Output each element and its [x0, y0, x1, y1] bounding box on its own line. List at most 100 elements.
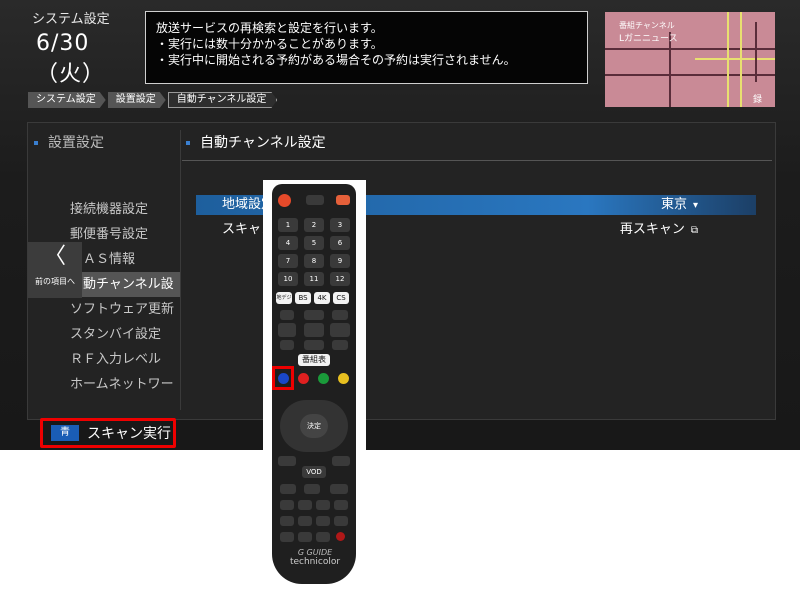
breadcrumb-item[interactable]: システム設定 — [28, 92, 106, 108]
num-key: 5 — [304, 236, 324, 250]
sidebar-item-auto-channel[interactable]: 自動チャンネル設 — [66, 272, 180, 297]
dropdown-icon: ▾ — [692, 200, 698, 211]
record-icon — [336, 532, 345, 541]
vol-up-icon — [332, 310, 348, 320]
input-key — [306, 195, 324, 205]
num-key: 6 — [330, 236, 350, 250]
bullet-icon — [186, 141, 190, 145]
row-value: 再スキャン ⧉ — [620, 220, 698, 241]
num-key: 7 — [278, 254, 298, 268]
row-value-text: 再スキャン — [619, 222, 685, 237]
menu-key — [278, 456, 296, 466]
num-key: 4 — [278, 236, 298, 250]
sidebar-item-rf-level[interactable]: ＲＦ入力レベル — [70, 347, 180, 372]
brand-name: technicolor — [289, 557, 341, 567]
back-button[interactable]: 〈 前の項目へ — [28, 242, 82, 298]
num-key: 12 — [330, 272, 350, 286]
return-key — [332, 456, 350, 466]
tv-key — [336, 195, 350, 205]
preview-title: Lガニニュース — [619, 34, 678, 44]
audio-key — [280, 532, 294, 542]
info-key — [304, 323, 324, 337]
back-label: 前の項目へ — [35, 277, 75, 286]
stop-icon — [316, 516, 330, 526]
4k-key: 4K — [314, 292, 330, 304]
chevron-left-icon: 〈 — [43, 244, 66, 269]
title-divider — [182, 160, 772, 161]
pause-icon — [298, 516, 312, 526]
num-key: 8 — [304, 254, 324, 268]
row-value: 東京 ▾ — [661, 195, 698, 216]
sidebar-item-connected-devices[interactable]: 接続機器設定 — [70, 197, 180, 222]
sidebar-title-text: 設置設定 — [48, 135, 104, 151]
sidebar-title: 設置設定 — [34, 132, 104, 152]
yellow-key — [338, 373, 349, 384]
fast-forward-icon — [316, 500, 330, 510]
breadcrumb: システム設定 設置設定 自動チャンネル設定 — [28, 92, 279, 108]
power-icon — [278, 194, 291, 207]
breadcrumb-item-current: 自動チャンネル設定 — [168, 92, 278, 108]
panel-divider — [180, 130, 181, 410]
sidebar-item-software-update[interactable]: ソフトウェア更新 — [70, 297, 180, 322]
green-key — [318, 373, 329, 384]
bs-key: BS — [295, 292, 311, 304]
num-key: 2 — [304, 218, 324, 232]
direct-key — [304, 310, 324, 320]
cs-key: CS — [333, 292, 349, 304]
num-key: 9 — [330, 254, 350, 268]
rewind-icon — [280, 500, 294, 510]
breadcrumb-item[interactable]: 設置設定 — [108, 92, 166, 108]
ch-up-icon — [280, 310, 294, 320]
blue-key-highlight — [272, 366, 294, 390]
subtitle-key — [298, 532, 312, 542]
message-box: 放送サービスの再検索と設定を行います。 ・実行には数十分かかることがあります。 … — [145, 11, 588, 84]
volume-key — [330, 323, 350, 337]
message-line: 放送サービスの再検索と設定を行います。 — [156, 21, 383, 35]
g-guide-logo: G GUIDE — [297, 548, 333, 557]
media-key — [280, 484, 296, 494]
mute-key — [304, 340, 324, 350]
sidebar-item-postal-code[interactable]: 郵便番号設定 — [70, 222, 180, 247]
message-line: ・実行中に開始される予約がある場合その予約は実行されません。 — [156, 53, 516, 67]
preview-channel: 番組チャンネル — [619, 21, 675, 30]
num-key: 11 — [304, 272, 324, 286]
scan-execute-hint[interactable]: 青 スキャン実行 — [40, 418, 176, 448]
terrestrial-key: 地デジ — [276, 292, 292, 304]
media-key — [330, 484, 348, 494]
epg-key: 番組表 — [298, 354, 330, 366]
main-title: 自動チャンネル設定 — [186, 132, 326, 152]
sidebar-menu: 接続機器設定 郵便番号設定 ＣＡＳ情報 自動チャンネル設 ソフトウェア更新 スタ… — [66, 197, 180, 397]
sidebar-item-standby[interactable]: スタンバイ設定 — [70, 322, 180, 347]
section-label: システム設定 — [32, 12, 110, 27]
ok-key: 決定 — [300, 414, 328, 438]
program-preview: 番組チャンネル Lガニニュース 録 — [605, 12, 775, 107]
flip-key — [316, 532, 330, 542]
main-title-text: 自動チャンネル設定 — [200, 135, 326, 151]
message-line: ・実行には数十分かかることがあります。 — [156, 37, 383, 51]
external-link-icon: ⧉ — [690, 225, 698, 236]
play-icon — [298, 500, 312, 510]
num-key: 1 — [278, 218, 298, 232]
bullet-icon — [34, 141, 38, 145]
dpad-ring: 決定 — [280, 400, 348, 452]
channel-key — [278, 323, 296, 337]
scan-execute-label: スキャン実行 — [87, 426, 171, 442]
skip-icon — [334, 500, 348, 510]
tv-screen: システム設定 6/30（火） 9:29 放送サービスの再検索と設定を行います。 … — [0, 0, 800, 450]
num-key: 10 — [278, 272, 298, 286]
preview-badge: 録 — [753, 95, 763, 105]
media-key — [304, 484, 320, 494]
sidebar-item-home-network[interactable]: ホームネットワー — [70, 372, 180, 397]
remote-brand: G GUIDE technicolor — [282, 548, 348, 567]
prev-icon — [280, 516, 294, 526]
date-display: 6/30（火） — [36, 31, 106, 87]
red-key — [298, 373, 309, 384]
sidebar-item-cas-info[interactable]: ＣＡＳ情報 — [70, 247, 180, 272]
next-icon — [334, 516, 348, 526]
vol-down-icon — [332, 340, 348, 350]
ch-down-icon — [280, 340, 294, 350]
row-value-text: 東京 — [660, 197, 687, 212]
num-key: 3 — [330, 218, 350, 232]
blue-key-badge: 青 — [51, 425, 79, 441]
vod-key: VOD — [302, 466, 326, 478]
